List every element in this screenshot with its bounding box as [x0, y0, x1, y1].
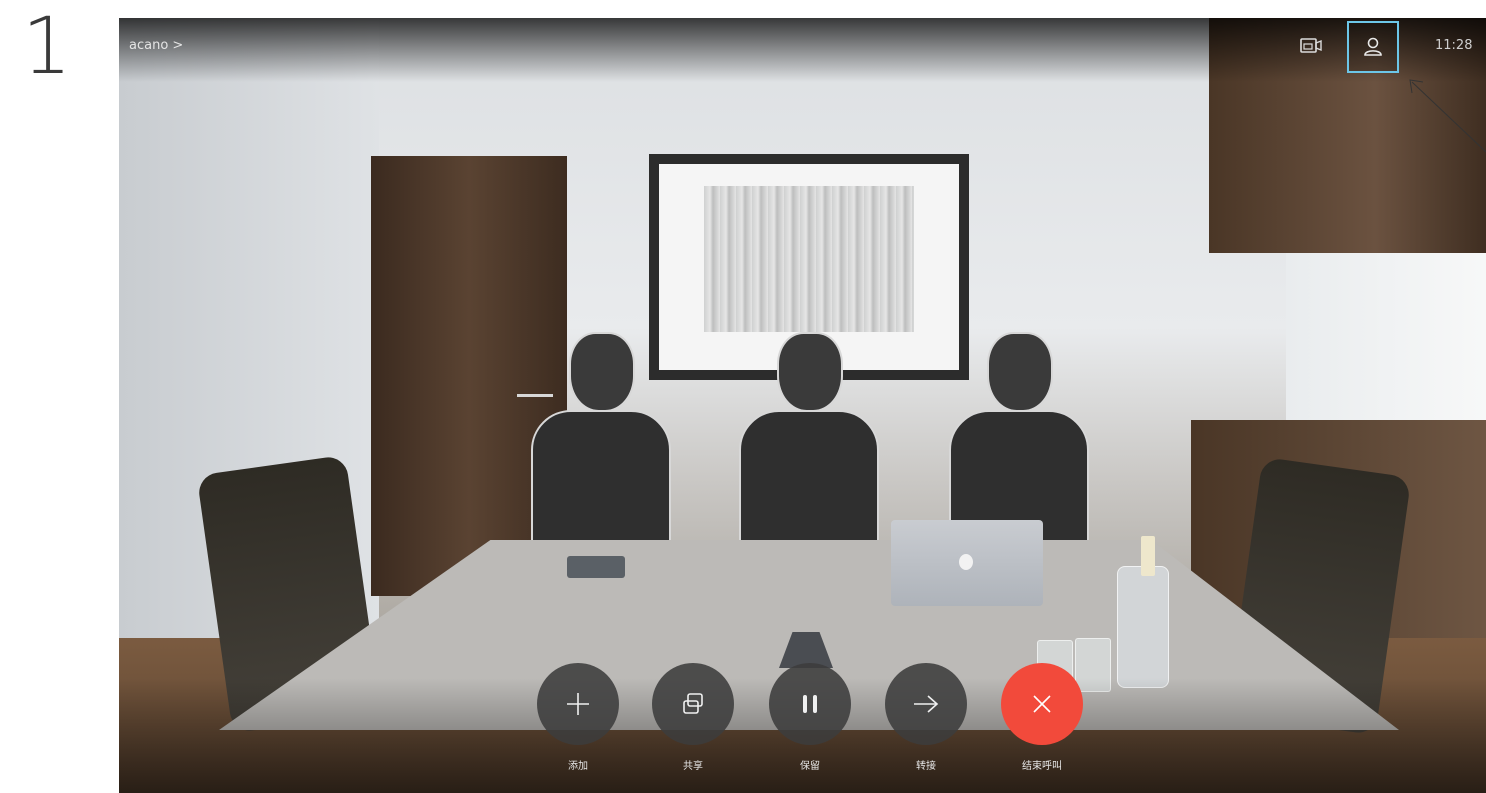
participant-silhouette — [949, 332, 1089, 546]
video-call-screen: acano > 11:28 添加 共享 保留 转接 结束呼叫 — [119, 18, 1486, 793]
hold-button-label: 保留 — [800, 761, 820, 772]
participant-silhouette — [739, 332, 879, 546]
participants-button[interactable] — [1347, 21, 1399, 73]
participants-icon — [1364, 37, 1382, 56]
plus-icon — [567, 693, 589, 715]
forest-photo — [704, 186, 914, 332]
apple-logo-icon — [959, 554, 973, 570]
transfer-button[interactable] — [885, 663, 967, 745]
participant-silhouette — [531, 332, 671, 546]
end-call-button[interactable] — [1001, 663, 1083, 745]
step-number: 1 — [22, 2, 72, 92]
top-status-bar — [119, 18, 1486, 82]
selfview-icon[interactable] — [1300, 38, 1322, 54]
add-button[interactable] — [537, 663, 619, 745]
arrow-right-icon — [914, 695, 939, 713]
call-title[interactable]: acano > — [129, 38, 183, 53]
pause-icon — [803, 695, 817, 713]
end-call-button-label: 结束呼叫 — [1022, 761, 1062, 772]
close-icon — [1033, 695, 1051, 713]
candle — [1141, 536, 1155, 576]
share-screen-icon — [683, 693, 703, 714]
laptop — [891, 520, 1043, 606]
clock: 11:28 — [1435, 38, 1473, 53]
transfer-button-label: 转接 — [916, 761, 936, 772]
add-button-label: 添加 — [568, 761, 588, 772]
share-button[interactable] — [652, 663, 734, 745]
share-button-label: 共享 — [683, 761, 703, 772]
hold-button[interactable] — [769, 663, 851, 745]
conference-phone — [567, 556, 625, 578]
glass-vase — [1117, 566, 1169, 688]
